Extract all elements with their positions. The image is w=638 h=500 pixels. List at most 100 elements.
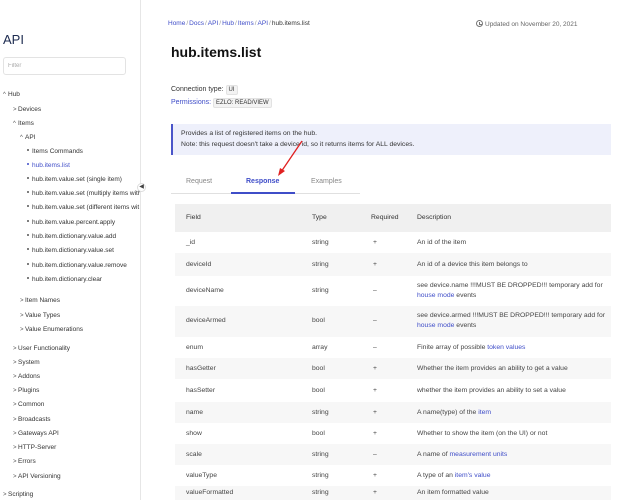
description-text: see device.armed !!!MUST BE DROPPED!!! t… [417, 312, 605, 319]
sidebar-item-label: Gateways API [18, 430, 59, 437]
sidebar-item[interactable]: hub.item.dictionary.value.set [27, 246, 114, 255]
sidebar-item[interactable]: >Value Types [20, 311, 60, 321]
breadcrumb: Home/Docs/API/Hub/Items/API/hub.items.li… [168, 20, 310, 27]
sidebar-item[interactable]: >Item Names [20, 296, 60, 306]
sidebar-item[interactable]: >Devices [13, 105, 41, 115]
cell-field: deviceArmed [186, 317, 226, 324]
breadcrumb-link[interactable]: API [258, 20, 268, 27]
table-row: valueFormatted string + An item formatted v… [175, 486, 611, 500]
cell-type: bool [312, 317, 325, 324]
bullet-icon [27, 205, 29, 208]
sidebar-item[interactable]: Items Commands [27, 147, 83, 156]
sidebar-item-label: Items [18, 120, 34, 127]
sidebar-item-label: HTTP-Server [18, 444, 57, 451]
cell-description: A type of an item's value [417, 471, 607, 481]
breadcrumb-separator: / [235, 20, 237, 27]
sidebar-item[interactable]: ^ Hub [3, 90, 20, 100]
description-link[interactable]: token values [487, 344, 525, 351]
sidebar-item[interactable]: >Errors [13, 457, 36, 467]
description-text: An item formatted value [417, 489, 489, 496]
filter-input[interactable] [3, 57, 126, 75]
sidebar-item[interactable]: >Value Enumerations [20, 325, 83, 335]
tab-examples[interactable]: Examples [311, 178, 342, 185]
cell-required: + [373, 489, 377, 496]
cell-type: string [312, 287, 329, 294]
breadcrumb-link[interactable]: Hub [222, 20, 234, 27]
collapse-sidebar-icon[interactable]: ◀ [137, 183, 146, 192]
description-text: An id of the item [417, 239, 467, 246]
breadcrumb-current: hub.items.list [271, 20, 310, 27]
sidebar-item-label: User Functionality [18, 345, 71, 352]
sidebar-item[interactable]: hub.items.list [27, 161, 70, 170]
breadcrumb-link[interactable]: API [208, 20, 218, 27]
cell-field: valueFormatted [186, 489, 234, 496]
description-text: A name of [417, 451, 450, 458]
sidebar-item[interactable]: hub.item.dictionary.clear [27, 275, 102, 284]
breadcrumb-link[interactable]: Items [238, 20, 254, 27]
description-text: A name(type) of the [417, 409, 479, 416]
sidebar-item-label: API Versioning [18, 473, 61, 480]
sidebar-item[interactable]: >User Functionality [13, 344, 70, 354]
description-link[interactable]: measurement units [450, 451, 508, 458]
sidebar-item[interactable]: >Scripting [3, 490, 33, 500]
sidebar-item[interactable]: >Addons [13, 372, 40, 382]
sidebar-item[interactable]: >API Versioning [13, 472, 61, 482]
table-row: hasGetter bool + Whether the item provides … [175, 358, 611, 379]
sidebar-item[interactable]: >Plugins [13, 386, 39, 396]
table-row: deviceName string – see device.name !!!MUST… [175, 276, 611, 306]
sidebar-item[interactable]: >HTTP-Server [13, 443, 56, 453]
sidebar-item[interactable]: >Gateways API [13, 429, 59, 439]
permissions: Permissions: EZLO: READ/VIEW [171, 98, 272, 108]
breadcrumb-separator: / [219, 20, 222, 27]
cell-type: string [312, 409, 329, 416]
tab-response[interactable]: Response [246, 178, 279, 185]
sidebar-item[interactable]: >Common [13, 400, 44, 410]
connection-type-value: UI [225, 85, 238, 95]
cell-description: see device.name !!!MUST BE DROPPED!!! te… [417, 281, 607, 301]
description-text: events [454, 292, 477, 299]
sidebar-item[interactable]: hub.item.value.percent.apply [27, 218, 115, 227]
description-text: Whether to show the item (on the UI) or … [417, 430, 548, 437]
sidebar-item[interactable]: hub.item.dictionary.value.remove [27, 261, 127, 270]
bullet-icon [27, 149, 29, 152]
sidebar-item-label: System [18, 359, 40, 366]
cell-description: Whether the item provides an ability to … [417, 364, 607, 374]
cell-required: – [373, 317, 377, 324]
cell-required: + [373, 409, 377, 416]
cell-required: – [373, 451, 377, 458]
breadcrumb-separator: / [254, 20, 257, 27]
bullet-icon [27, 163, 29, 166]
description-text: whether the item provides an ability to … [417, 387, 566, 394]
breadcrumb-separator: / [186, 20, 189, 27]
description-text: Whether the item provides an ability to … [417, 365, 568, 372]
description-link[interactable]: house mode [417, 292, 454, 299]
sidebar-item[interactable]: hub.item.value.set (different items wit [27, 203, 139, 212]
sidebar-item[interactable]: hub.item.value.set (single item) [27, 175, 122, 184]
bullet-icon [27, 263, 29, 266]
tab-request[interactable]: Request [186, 178, 212, 185]
sidebar-item-label: Hub [8, 91, 20, 98]
sidebar-item-label: Errors [18, 458, 36, 465]
sidebar-item[interactable]: ^ Items [13, 119, 34, 129]
sidebar-item-label: API [25, 134, 36, 141]
bullet-icon [27, 191, 29, 194]
cell-field: show [186, 430, 202, 437]
sidebar-item[interactable]: >Broadcasts [13, 415, 51, 425]
sidebar-item[interactable]: >System [13, 358, 40, 368]
description-text: A type of an [417, 472, 455, 479]
description-text: An id of a device this item belongs to [417, 261, 528, 268]
description-link[interactable]: item [478, 409, 491, 416]
sidebar-item[interactable]: ^ API [20, 133, 35, 143]
permissions-link[interactable]: Permissions: [171, 99, 211, 106]
description-link[interactable]: item's value [455, 472, 491, 479]
description-link[interactable]: house mode [417, 322, 454, 329]
sidebar-item[interactable]: hub.item.dictionary.value.add [27, 232, 116, 241]
cell-description: whether the item provides an ability to … [417, 386, 607, 396]
sidebar-item-label: Scripting [8, 491, 34, 498]
cell-required: + [373, 261, 377, 268]
cell-description: A name(type) of the item [417, 408, 607, 418]
breadcrumb-link[interactable]: Docs [189, 20, 204, 27]
sidebar-item[interactable]: hub.item.value.set (multiply items with [27, 189, 140, 198]
cell-type: string [312, 261, 329, 268]
breadcrumb-link[interactable]: Home [168, 20, 185, 27]
